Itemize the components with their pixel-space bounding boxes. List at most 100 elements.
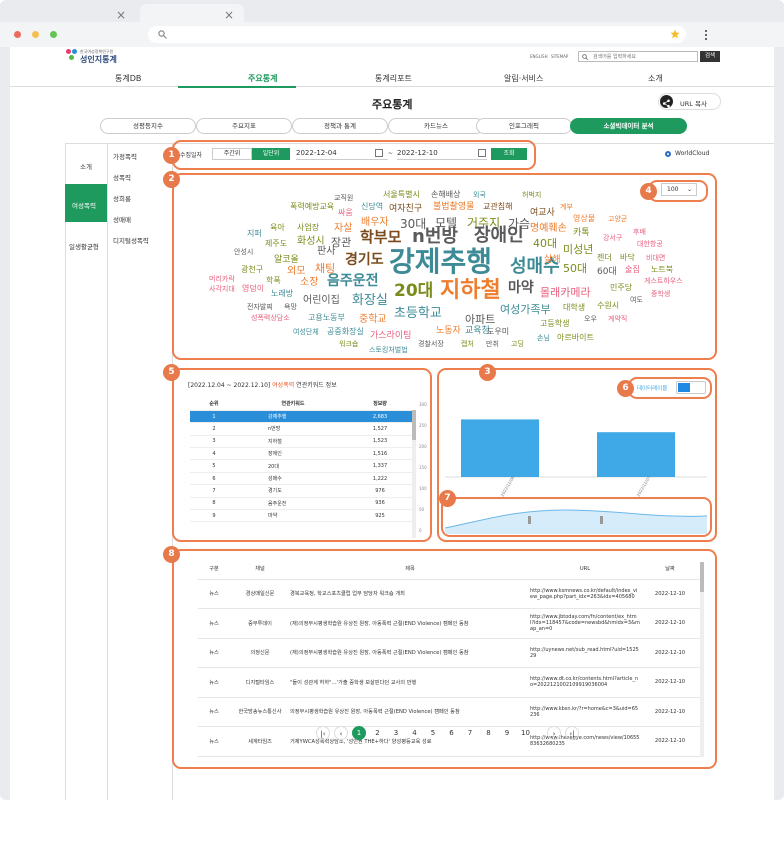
site-search-input[interactable] xyxy=(593,53,693,60)
cloud-word[interactable]: 학부모 xyxy=(360,229,401,245)
table-row[interactable]: 8 음주운전 936 xyxy=(190,497,412,511)
cloud-word[interactable]: 허벅지 xyxy=(522,191,541,199)
page-button[interactable]: 7 xyxy=(463,726,477,740)
cloud-word[interactable]: 가슴 xyxy=(508,218,530,230)
cloud-word[interactable]: 자살 xyxy=(334,224,352,234)
cloud-word[interactable]: 스토킹처벌법 xyxy=(369,346,408,354)
last-page-button[interactable]: ›| xyxy=(565,726,579,740)
cloud-word[interactable]: 아르바이트 xyxy=(557,334,594,342)
cloud-word[interactable]: 가스라이팅 xyxy=(370,331,411,341)
page-button[interactable]: 2 xyxy=(371,726,385,740)
cloud-word[interactable]: 폭력예방교육 xyxy=(290,203,334,211)
subtab-active[interactable]: 소셜빅데이터 분석 xyxy=(570,118,687,134)
cloud-word[interactable]: 신당역 xyxy=(361,203,383,211)
gnb-item[interactable]: 소개 xyxy=(648,73,663,84)
cloud-word[interactable]: 머리카락 xyxy=(209,275,235,283)
subtab[interactable]: 성평등지수 xyxy=(100,118,196,134)
subside-item[interactable]: 디지털성폭력 xyxy=(113,235,149,245)
lang-link[interactable]: ENGLISH xyxy=(530,54,548,59)
cloud-word[interactable]: 미성년 xyxy=(563,244,593,255)
logo[interactable]: 성인지통계 xyxy=(80,54,117,65)
page-button-active[interactable]: 1 xyxy=(352,726,366,740)
cloud-word[interactable]: 젠더 xyxy=(597,254,612,262)
cloud-word[interactable]: 강제추행 xyxy=(389,248,492,276)
url-copy-button[interactable]: URL 복사 xyxy=(658,93,721,110)
subside-item[interactable]: 성희롱 xyxy=(113,193,131,203)
cloud-word[interactable]: 여교사 xyxy=(530,208,555,218)
cloud-word[interactable]: 알코올 xyxy=(274,255,299,265)
cloud-word[interactable]: 어린이집 xyxy=(303,296,340,306)
cloud-word[interactable]: 손님 xyxy=(537,334,550,342)
cloud-word[interactable]: 30대 xyxy=(400,218,426,230)
worldcloud-radio[interactable] xyxy=(665,151,671,157)
cloud-word[interactable]: 외모 xyxy=(287,267,305,277)
cloud-word[interactable]: 여성단체 xyxy=(293,328,319,336)
table-row[interactable]: 3 지하철 1,523 xyxy=(190,435,412,449)
cloud-word[interactable]: 카톡 xyxy=(573,228,590,238)
cloud-word[interactable]: 싸움 xyxy=(338,209,353,217)
cloud-word[interactable]: 40대 xyxy=(533,238,557,249)
cloud-word[interactable]: 민주당 xyxy=(610,284,632,292)
scrollbar[interactable] xyxy=(700,562,704,757)
subside-item[interactable]: 성매매 xyxy=(113,214,131,224)
news-row[interactable]: 뉴스 중부투데이 (재)의정부시평생학습원 유상진 원장, 아동폭력 근절(END … xyxy=(198,608,700,639)
sidebar-item-active[interactable]: 여성폭력 xyxy=(65,184,107,222)
cloud-word[interactable]: 오우 xyxy=(584,315,597,323)
cloud-word[interactable]: 배우자 xyxy=(361,218,389,228)
sidebar-item[interactable]: 일생활균형 xyxy=(69,241,99,251)
word-count-select[interactable]: 100 ⌄ xyxy=(661,183,697,196)
prev-page-button[interactable]: ‹ xyxy=(334,726,348,740)
cloud-word[interactable]: 지퍼 xyxy=(247,230,262,238)
cloud-word[interactable]: 비대면 xyxy=(646,254,665,262)
news-row[interactable]: 뉴스 디지털타임스 "들이 성관계 허하"…'가출 중학생 보살핀다던 교사의 만행… xyxy=(198,667,700,698)
cloud-word[interactable]: 20대 xyxy=(394,282,433,300)
sitemap-link[interactable]: SITEMAP xyxy=(551,54,568,59)
cloud-word[interactable]: 음주운전 xyxy=(327,274,379,288)
cloud-word[interactable]: 전자발찌 xyxy=(247,303,273,311)
scrollbar[interactable] xyxy=(412,410,416,538)
star-icon[interactable] xyxy=(670,29,680,39)
cloud-word[interactable]: 욕망 xyxy=(284,303,297,311)
cloud-word[interactable]: 여도 xyxy=(630,296,643,304)
page-button[interactable]: 9 xyxy=(500,726,514,740)
cloud-word[interactable]: 바닥 xyxy=(620,254,635,262)
data-label-toggle[interactable] xyxy=(676,381,706,394)
cloud-word[interactable]: 경찰서장 xyxy=(418,340,444,348)
subside-item[interactable]: 가정폭력 xyxy=(113,151,137,161)
cloud-word[interactable]: 고양군 xyxy=(608,215,627,223)
cloud-word[interactable]: 제주도 xyxy=(265,240,287,248)
cloud-word[interactable]: 광천구 xyxy=(241,266,263,274)
cloud-word[interactable]: 수원시 xyxy=(597,302,619,310)
cloud-word[interactable]: 화성시 xyxy=(297,237,325,247)
cloud-word[interactable]: 채팅 xyxy=(315,263,335,274)
cloud-word[interactable]: 캡처 xyxy=(461,340,474,348)
cloud-word[interactable]: 술집 xyxy=(625,266,640,274)
cloud-word[interactable]: 살해 xyxy=(544,255,561,265)
table-row[interactable]: 2 n번방 1,527 xyxy=(190,422,412,436)
cloud-word[interactable]: 불법촬영물 xyxy=(433,202,474,212)
cloud-word[interactable]: 판사 xyxy=(317,247,335,257)
cloud-word[interactable]: 모텔 xyxy=(435,217,457,229)
cloud-word[interactable]: 초등학교 xyxy=(394,307,442,320)
cloud-word[interactable]: 육아 xyxy=(270,224,285,232)
url-cell[interactable]: http://www.jbtoday.com/fn/content/ex_htm… xyxy=(530,608,640,639)
cloud-word[interactable]: 소장 xyxy=(300,278,318,288)
cloud-word[interactable]: 학폭 xyxy=(266,277,281,285)
subtab[interactable]: 인포그래픽 xyxy=(476,118,572,134)
cloud-word[interactable]: 성폭력상담소 xyxy=(251,314,290,322)
cloud-word[interactable]: 대한항공 xyxy=(637,240,663,248)
chart-bar[interactable] xyxy=(461,419,539,477)
cloud-word[interactable]: 외국 xyxy=(473,191,486,199)
table-row[interactable]: 6 성매수 1,222 xyxy=(190,472,412,486)
cloud-word[interactable]: 여자친구 xyxy=(389,204,422,214)
cloud-word[interactable]: 고등학생 xyxy=(540,320,569,328)
cloud-word[interactable]: 몰래카메라 xyxy=(540,287,591,298)
table-row[interactable]: 5 20대 1,337 xyxy=(190,459,412,473)
table-row[interactable]: 9 마약 925 xyxy=(190,509,412,523)
next-page-button[interactable]: › xyxy=(547,726,561,740)
url-cell[interactable]: http://www.dt.co.kr/contents.html?articl… xyxy=(530,667,640,698)
site-search-button[interactable]: 검색 xyxy=(700,51,720,62)
minimize-dot[interactable] xyxy=(32,31,39,38)
cloud-word[interactable]: 계약직 xyxy=(608,315,627,323)
table-row[interactable]: 7 경기도 976 xyxy=(190,484,412,498)
